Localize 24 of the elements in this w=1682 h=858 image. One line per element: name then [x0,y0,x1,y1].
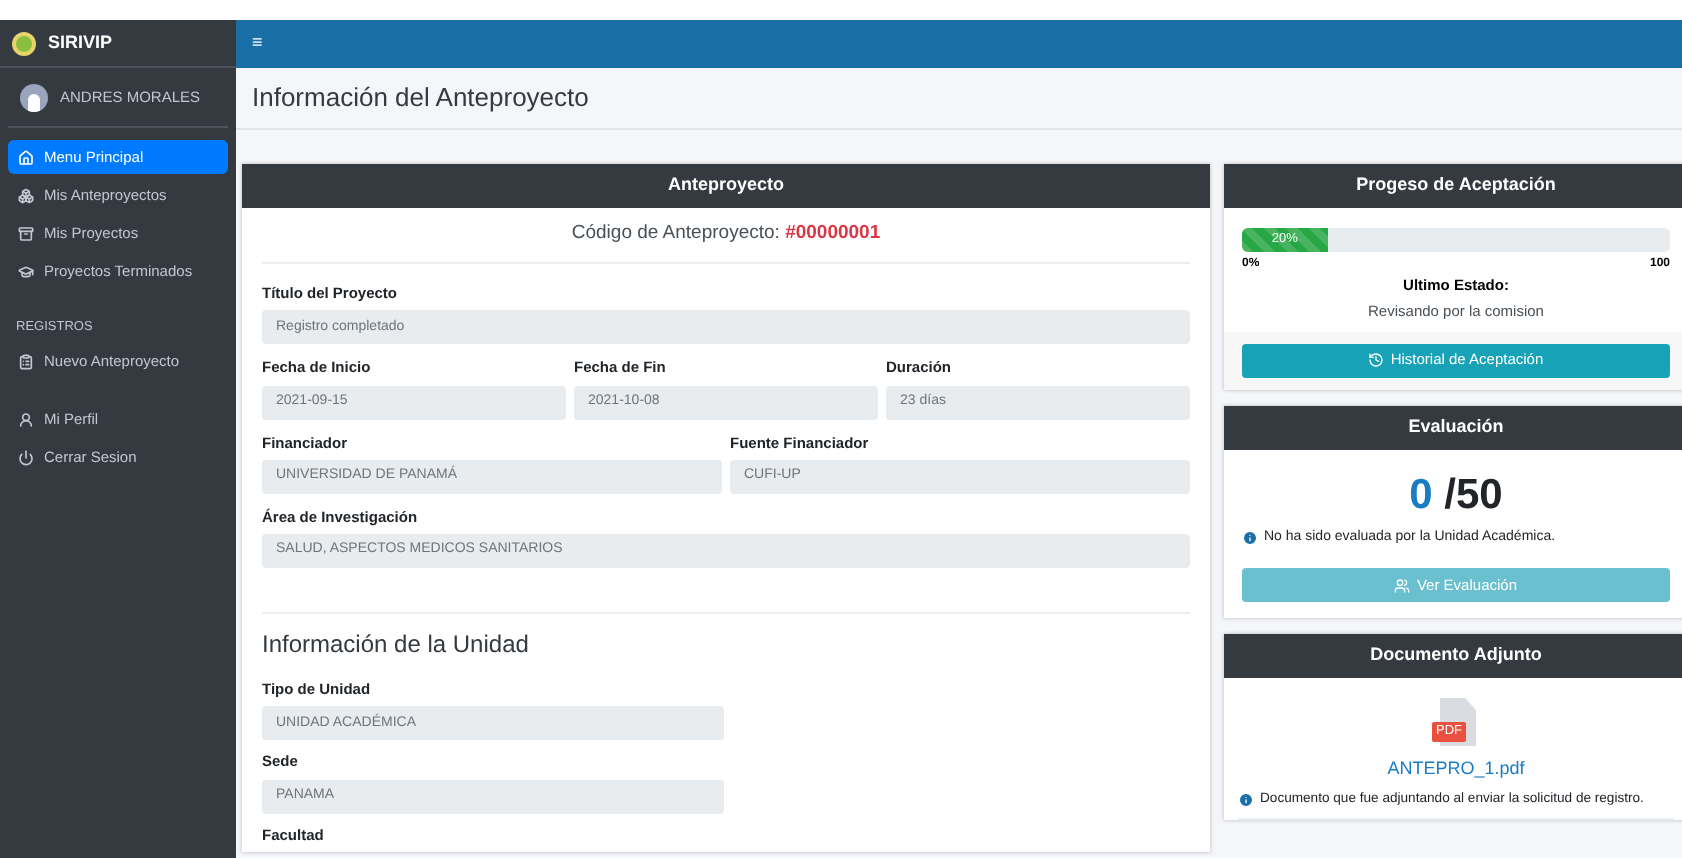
project-code: Código de Anteproyecto: #00000001 [571,220,881,249]
info-icon [1238,791,1254,808]
avatar-icon [20,83,48,111]
menu-toggle[interactable]: ≡ [252,30,263,58]
card-header: Anteproyecto [242,164,1210,208]
boxes-icon [18,187,34,203]
file-link[interactable]: ANTEPRO_1.pdf [1387,756,1525,783]
logo-icon [12,31,36,55]
users-icon [1394,577,1411,593]
info-icon [1242,529,1258,546]
brand-name: SIRIVIP [48,29,113,56]
archive-icon [18,225,34,241]
section-title: Información de la Unidad [262,628,531,662]
card-header: Documento Adjunto [1224,634,1682,678]
history-icon [1368,352,1385,368]
power-icon [18,449,34,465]
user-icon [18,411,34,427]
card-header: Progeso de Aceptación [1224,164,1682,208]
home-icon [18,149,34,165]
score: 0 /50 [1407,473,1505,515]
graduation-cap-icon [18,263,34,279]
page-title: Información del Anteproyecto [252,80,589,117]
clipboard-icon [18,353,34,369]
card-header: Evaluación [1224,405,1682,449]
